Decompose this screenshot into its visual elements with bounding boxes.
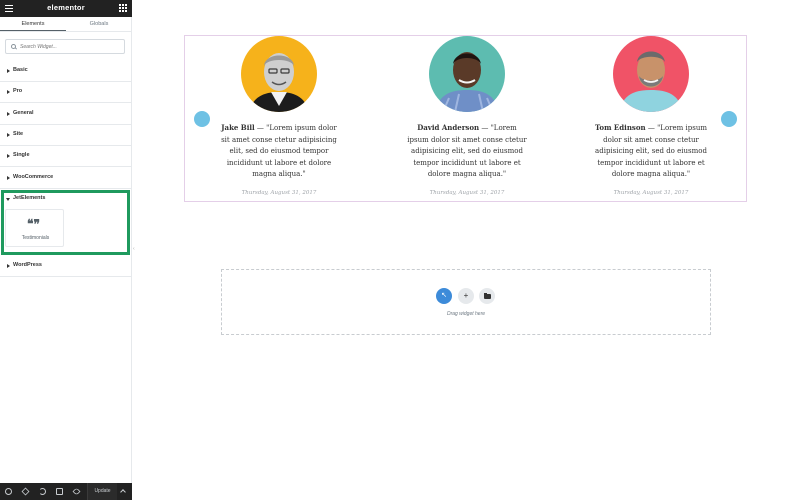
- caret-right-icon: [7, 264, 10, 268]
- navigator-icon[interactable]: [21, 487, 30, 496]
- folder-icon: [484, 293, 491, 299]
- widgets-grid-icon[interactable]: [119, 4, 127, 12]
- category-label: Single: [13, 152, 30, 158]
- panel-header: elementor: [0, 0, 132, 17]
- testimonial-card: Tom Edinson — "Lorem ipsum dolor sit ame…: [556, 36, 746, 196]
- testimonial-quote: David Anderson — "Lorem ipsum dolor sit …: [407, 122, 527, 181]
- testimonial-text: — "Lorem ipsum dolor sit amet conse ctet…: [221, 124, 337, 178]
- update-button[interactable]: Update: [87, 483, 117, 500]
- history-icon[interactable]: [39, 488, 46, 495]
- testimonial-date: Thursday, August 31, 2017: [241, 189, 317, 196]
- category-single[interactable]: Single: [0, 146, 132, 167]
- search-box: [5, 39, 125, 54]
- testimonial-text: — "Lorem ipsum dolor sit amet conse ctet…: [407, 124, 527, 178]
- category-wordpress[interactable]: WordPress: [0, 256, 132, 277]
- category-label: Basic: [13, 67, 28, 73]
- testimonial-date: Thursday, August 31, 2017: [429, 189, 505, 196]
- testimonial-card: Jake Bill — "Lorem ipsum dolor sit amet …: [184, 36, 374, 196]
- cursor-icon: ↖: [441, 292, 447, 299]
- caret-right-icon: [7, 154, 10, 158]
- testimonial-text: — "Lorem ipsum dolor sit amet conse ctet…: [595, 124, 707, 178]
- category-basic[interactable]: Basic: [0, 61, 132, 82]
- search-icon: [11, 44, 16, 49]
- category-label: Site: [13, 131, 24, 137]
- settings-icon[interactable]: [5, 488, 12, 495]
- category-woocommerce[interactable]: WooCommerce: [0, 168, 132, 189]
- responsive-mode-icon[interactable]: [56, 488, 63, 495]
- category-site[interactable]: Site: [0, 125, 132, 146]
- highlight-frame: [1, 190, 130, 255]
- caret-right-icon: [7, 112, 10, 116]
- testimonial-card: David Anderson — "Lorem ipsum dolor sit …: [372, 36, 562, 196]
- caret-right-icon: [7, 90, 10, 94]
- caret-right-icon: [7, 176, 10, 180]
- testimonial-date: Thursday, August 31, 2017: [613, 189, 689, 196]
- avatar: [613, 36, 689, 112]
- app-logo: elementor: [47, 3, 85, 12]
- chevron-up-icon[interactable]: [120, 489, 126, 495]
- category-label: General: [13, 110, 34, 116]
- category-general[interactable]: General: [0, 104, 132, 125]
- category-pro[interactable]: Pro: [0, 82, 132, 103]
- add-section-button[interactable]: +: [458, 288, 474, 304]
- testimonial-quote: Tom Edinson — "Lorem ipsum dolor sit ame…: [591, 122, 711, 181]
- category-label: WordPress: [13, 262, 42, 268]
- tab-globals[interactable]: Globals: [66, 17, 132, 31]
- category-label: Pro: [13, 88, 23, 94]
- panel-tabs: Elements Globals: [0, 17, 132, 32]
- category-label: WooCommerce: [13, 174, 54, 180]
- author-name: Tom Edinson: [595, 123, 646, 132]
- edit-section-button[interactable]: ↖: [436, 288, 452, 304]
- testimonial-quote: Jake Bill — "Lorem ipsum dolor sit amet …: [219, 122, 339, 181]
- collapse-panel-icon[interactable]: ‹: [133, 246, 136, 252]
- add-template-button[interactable]: [479, 288, 495, 304]
- plus-icon: +: [463, 291, 469, 300]
- search-input[interactable]: [20, 42, 120, 52]
- dropzone-hint: Drag widget here: [446, 311, 486, 317]
- preview-eye-icon[interactable]: [72, 487, 81, 496]
- panel-footer: Update: [0, 483, 132, 500]
- caret-right-icon: [7, 133, 10, 137]
- tab-elements[interactable]: Elements: [0, 17, 66, 31]
- avatar: [241, 36, 317, 112]
- avatar: [429, 36, 505, 112]
- caret-right-icon: [7, 69, 10, 73]
- author-name: David Anderson: [417, 123, 480, 132]
- author-name: Jake Bill: [221, 123, 255, 132]
